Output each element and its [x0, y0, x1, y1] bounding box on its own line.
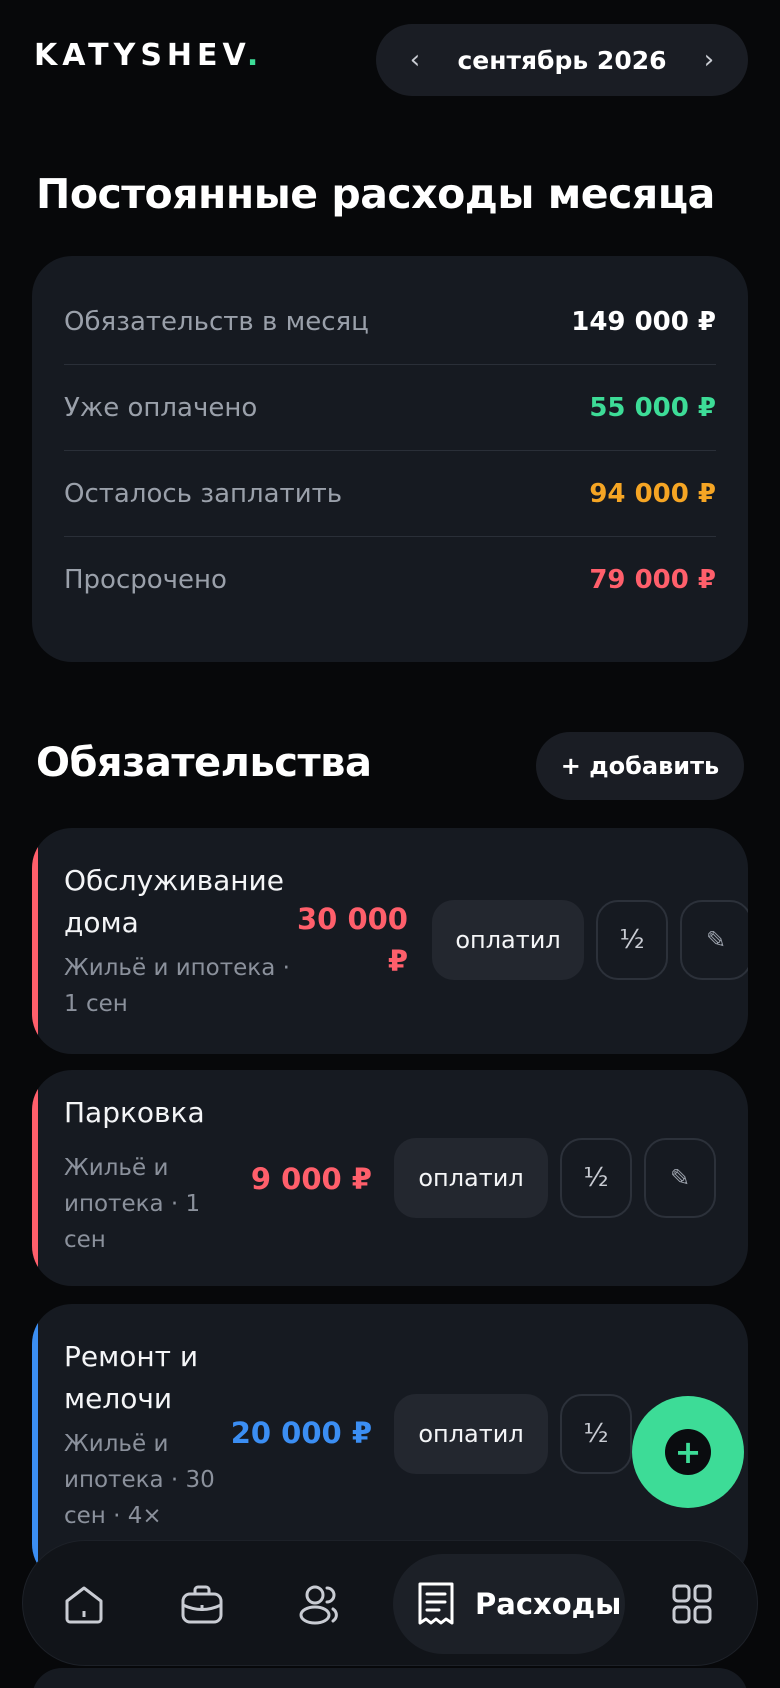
obligation-card-partial: [32, 1668, 748, 1688]
half-paid-button[interactable]: ½: [560, 1394, 632, 1474]
app-header: KATYSHEV. ‹ сентябрь 2026 ›: [0, 0, 780, 120]
nav-home[interactable]: [45, 1565, 123, 1643]
pencil-icon: ✎: [705, 926, 727, 954]
meta-line: ипотека · 1: [64, 1191, 201, 1217]
add-obligation-button[interactable]: + добавить: [536, 732, 744, 800]
name-line: Ремонт и: [64, 1340, 199, 1373]
summary-value: 149 000 ₽: [571, 306, 716, 337]
meta-line: ипотека · 30: [64, 1467, 215, 1493]
people-icon: [299, 1585, 338, 1625]
name-line: мелочи: [64, 1382, 173, 1415]
obligations-heading: Обязательства: [36, 740, 372, 786]
nav-people[interactable]: [281, 1565, 359, 1643]
status-stripe: [32, 1304, 38, 1584]
plus-icon: +: [665, 1429, 711, 1475]
name-line: дома: [64, 906, 139, 939]
summary-row-remaining: Осталось заплатить 94 000 ₽: [64, 451, 716, 537]
summary-row-total: Обязательств в месяц 149 000 ₽: [64, 279, 716, 365]
nav-work[interactable]: [163, 1565, 241, 1643]
obligation-amount: 30 000 ₽: [268, 898, 408, 982]
logo-text: KATYSHEV: [34, 38, 247, 73]
meta-line: Жильё и ипотека ·: [64, 955, 290, 981]
obligation-meta: Жильё и ипотека · 1 сен: [64, 950, 290, 1022]
obligation-name: Обслуживание дома: [64, 860, 284, 944]
meta-line: 1 сен: [64, 991, 128, 1017]
nav-expenses-label: Расходы: [475, 1587, 622, 1621]
summary-value: 55 000 ₽: [589, 392, 716, 423]
summary-card: Обязательств в месяц 149 000 ₽ Уже оплач…: [32, 256, 748, 662]
mark-paid-button[interactable]: оплатил: [432, 900, 584, 980]
amount-line: 30 000: [297, 902, 408, 936]
summary-label: Просрочено: [64, 565, 227, 595]
summary-label: Уже оплачено: [64, 392, 258, 423]
edit-button[interactable]: ✎: [644, 1138, 716, 1218]
receipt-icon: [418, 1582, 454, 1625]
obligation-amount: 20 000 ₽: [230, 1416, 372, 1450]
next-month-button[interactable]: ›: [692, 45, 726, 75]
obligation-name: Ремонт и мелочи: [64, 1336, 198, 1420]
pencil-icon: ✎: [669, 1164, 691, 1192]
nav-more[interactable]: [653, 1565, 731, 1643]
summary-label: Обязательств в месяц: [64, 306, 369, 337]
edit-button[interactable]: ✎: [680, 900, 748, 980]
page-title: Постоянные расходы месяца: [36, 170, 715, 218]
home-icon: [65, 1586, 103, 1624]
status-stripe: [32, 1070, 38, 1286]
name-line: Обслуживание: [64, 864, 284, 897]
prev-month-button[interactable]: ‹: [398, 45, 432, 75]
mark-paid-button[interactable]: оплатил: [394, 1394, 548, 1474]
meta-line: сен: [64, 1227, 106, 1253]
half-paid-button[interactable]: ½: [560, 1138, 632, 1218]
summary-value: 94 000 ₽: [589, 478, 716, 509]
status-stripe: [32, 828, 38, 1054]
logo-dot: .: [246, 38, 264, 73]
summary-value: 79 000 ₽: [589, 565, 716, 595]
half-paid-button[interactable]: ½: [596, 900, 668, 980]
amount-line: ₽: [387, 944, 408, 978]
bottom-nav: Расходы: [22, 1540, 758, 1666]
current-month-label: сентябрь 2026: [457, 45, 667, 75]
nav-expenses[interactable]: Расходы: [393, 1554, 625, 1654]
summary-row-paid: Уже оплачено 55 000 ₽: [64, 365, 716, 451]
obligation-amount: 9 000 ₽: [250, 1162, 372, 1196]
summary-label: Осталось заплатить: [64, 478, 343, 509]
obligation-meta: Жильё и ипотека · 1 сен: [64, 1150, 200, 1258]
obligation-name: Парковка: [64, 1096, 205, 1129]
obligation-card[interactable]: Парковка Жильё и ипотека · 1 сен 9 000 ₽…: [32, 1070, 748, 1286]
meta-line: сен · 4×: [64, 1503, 162, 1529]
obligation-card[interactable]: Обслуживание дома Жильё и ипотека · 1 се…: [32, 828, 748, 1054]
summary-row-overdue: Просрочено 79 000 ₽: [64, 537, 716, 623]
mark-paid-button[interactable]: оплатил: [394, 1138, 548, 1218]
grid-icon: [672, 1584, 712, 1624]
briefcase-icon: [181, 1585, 223, 1624]
meta-line: Жильё и: [64, 1155, 169, 1181]
month-switcher: ‹ сентябрь 2026 ›: [376, 24, 748, 96]
logo[interactable]: KATYSHEV.: [34, 38, 263, 73]
add-fab-button[interactable]: +: [632, 1396, 744, 1508]
